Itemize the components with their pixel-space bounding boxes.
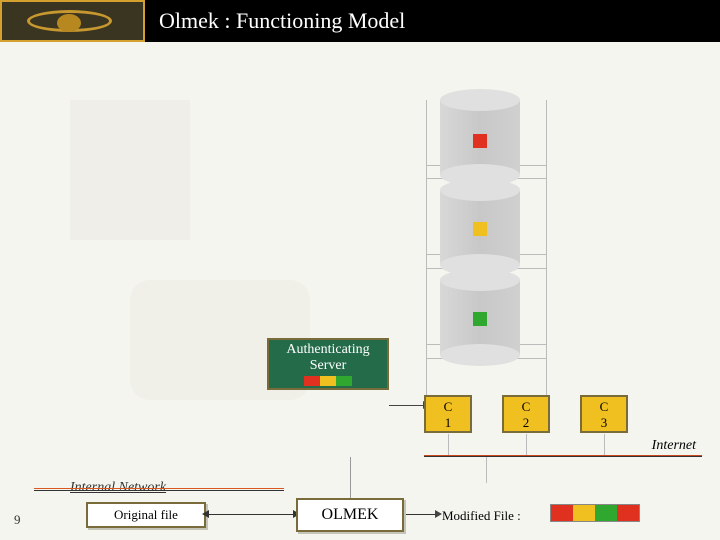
strip-yellow-icon	[573, 505, 595, 521]
c-box-3-line2: 3	[582, 415, 626, 431]
green-marker-icon	[473, 312, 487, 326]
cylinder-cap-icon	[440, 344, 520, 366]
c-box-2-line1: C	[504, 399, 548, 415]
auth-label-1: Authenticating	[269, 342, 387, 358]
c-box-1-line2: 1	[426, 415, 470, 431]
internet-separator	[424, 455, 702, 457]
strip-red2-icon	[617, 505, 639, 521]
slide-header: Olmek : Functioning Model	[0, 0, 720, 42]
eye-logo	[0, 0, 145, 42]
c-box-2-line2: 2	[504, 415, 548, 431]
vertical-guide-left	[426, 100, 427, 420]
connector-olmek-up	[350, 457, 351, 498]
dropline	[604, 434, 605, 456]
diagram-area: Authenticating Server C 1 C 2 C 3 Intern…	[0, 60, 720, 540]
modified-file-label: Modified File :	[442, 508, 521, 524]
cylinder-cap-icon	[440, 269, 520, 291]
slide-title: Olmek : Functioning Model	[159, 8, 405, 34]
connector-auth-to-c1	[389, 405, 424, 406]
strip-red-icon	[304, 376, 320, 386]
sep-line-orange	[34, 488, 284, 489]
cylinder-stack	[440, 100, 520, 370]
c-box-1-line1: C	[426, 399, 470, 415]
auth-label-2: Server	[269, 358, 387, 374]
strip-green-icon	[336, 376, 352, 386]
auth-server-box: Authenticating Server	[267, 338, 389, 390]
sep-line-dark	[424, 456, 702, 457]
strip-yellow-icon	[320, 376, 336, 386]
modified-file-strip	[550, 504, 640, 522]
dropline	[526, 434, 527, 456]
slide-number: 9	[14, 512, 21, 528]
c-box-1: C 1	[424, 395, 472, 433]
c-box-3: C 3	[580, 395, 628, 433]
olmek-box: OLMEK	[296, 498, 404, 532]
dropline	[448, 434, 449, 456]
auth-color-strip	[269, 376, 387, 386]
connector-orig-olmek	[208, 514, 294, 515]
cylinder-cap-icon	[440, 179, 520, 201]
red-marker-icon	[473, 134, 487, 148]
connector-olmek-mod	[406, 514, 436, 515]
eye-pupil-icon	[57, 14, 81, 32]
strip-green-icon	[595, 505, 617, 521]
strip-red-icon	[551, 505, 573, 521]
dropline-below	[486, 457, 487, 483]
yellow-marker-icon	[473, 222, 487, 236]
vertical-guide-right	[546, 100, 547, 420]
c-box-2: C 2	[502, 395, 550, 433]
sep-line-dark	[34, 490, 284, 491]
c-box-3-line1: C	[582, 399, 626, 415]
cylinder-cap-icon	[440, 89, 520, 111]
original-file-box: Original file	[86, 502, 206, 528]
internet-label: Internet	[652, 438, 696, 454]
